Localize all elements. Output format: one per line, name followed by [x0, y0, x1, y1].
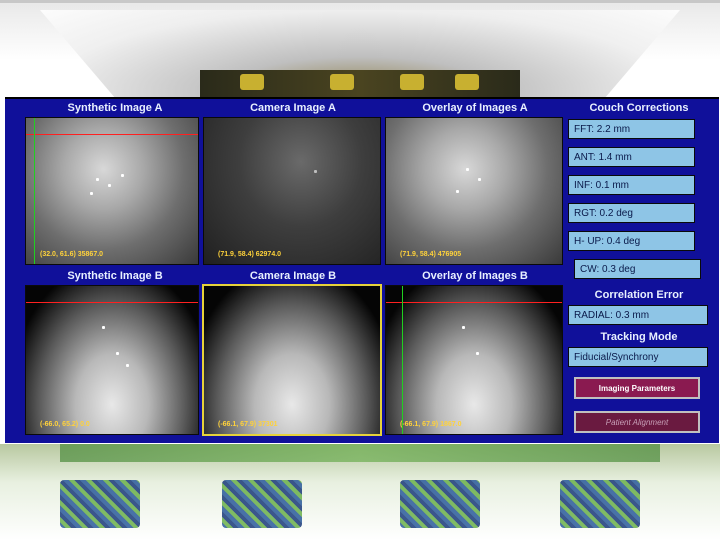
overlay-images-a-xray [386, 118, 562, 264]
fiducial-marker [466, 168, 469, 171]
overlay-images-b-xray [386, 286, 562, 434]
crosshair-horizontal [26, 134, 198, 135]
fiducial-marker [476, 352, 479, 355]
banner-glyph-2 [330, 74, 354, 90]
camera-image-a-title: Camera Image A [250, 102, 336, 114]
camera-image-b-view[interactable]: (-66.1, 67.9) 37301 [202, 284, 382, 436]
synthetic-image-b-readout: (-66.0, 65.2) 0.0 [40, 421, 90, 428]
fiducial-marker [478, 178, 481, 181]
background-green-band [60, 444, 660, 462]
tracking-mode-title: Tracking Mode [600, 331, 678, 343]
synthetic-image-a-readout: (32.0, 61.6) 35867.0 [40, 251, 104, 258]
decorative-tile-3 [400, 480, 480, 528]
fiducial-marker [96, 178, 99, 181]
synthetic-image-a-view[interactable]: (32.0, 61.6) 35867.0 [25, 117, 199, 265]
fiducial-marker [90, 192, 93, 195]
fiducial-marker [314, 170, 317, 173]
synthetic-image-a-title: Synthetic Image A [67, 102, 163, 114]
couch-correction-inf: INF: 0.1 mm [568, 175, 695, 195]
crosshair-horizontal [26, 302, 198, 303]
couch-corrections-title: Couch Corrections [589, 102, 689, 114]
synthetic-image-a-xray [26, 118, 198, 264]
overlay-images-b-title: Overlay of Images B [422, 270, 528, 282]
overlay-images-a-readout: (71.9, 58.4) 476905 [400, 251, 462, 258]
camera-image-a-readout: (71.9, 58.4) 62974.0 [218, 251, 282, 258]
fiducial-marker [102, 326, 105, 329]
patient-alignment-button[interactable]: Patient Alignment [574, 411, 700, 433]
camera-image-a-xray [204, 118, 380, 264]
camera-image-b-xray [204, 286, 380, 434]
synthetic-image-b-title: Synthetic Image B [67, 270, 163, 282]
banner-glyph-4 [455, 74, 479, 90]
couch-correction-hup: H- UP: 0.4 deg [568, 231, 695, 251]
overlay-images-a-title: Overlay of Images A [422, 102, 528, 114]
camera-image-b-title: Camera Image B [249, 270, 337, 282]
crosshair-vertical [402, 286, 403, 434]
couch-correction-rgt: RGT: 0.2 deg [568, 203, 695, 223]
fiducial-marker [121, 174, 124, 177]
synthetic-image-b-xray [26, 286, 198, 434]
decorative-tile-2 [222, 480, 302, 528]
fiducial-marker [116, 352, 119, 355]
crosshair-horizontal [386, 302, 562, 303]
tracking-app-window: Synthetic Image A Camera Image A Overlay… [5, 97, 719, 443]
decorative-tile-4 [560, 480, 640, 528]
synthetic-image-b-view[interactable]: (-66.0, 65.2) 0.0 [25, 285, 199, 435]
overlay-images-a-view[interactable]: (71.9, 58.4) 476905 [385, 117, 563, 265]
overlay-images-b-readout: (-66.1, 67.9) 1867.0 [400, 421, 462, 428]
fiducial-marker [462, 326, 465, 329]
imaging-parameters-button[interactable]: Imaging Parameters [574, 377, 700, 399]
fiducial-marker [108, 184, 111, 187]
couch-correction-cw: CW: 0.3 deg [574, 259, 701, 279]
camera-image-a-view[interactable]: (71.9, 58.4) 62974.0 [203, 117, 381, 265]
decorative-tile-1 [60, 480, 140, 528]
crosshair-vertical [34, 118, 35, 264]
fiducial-marker [456, 190, 459, 193]
correlation-error-radial: RADIAL: 0.3 mm [568, 305, 708, 325]
correlation-error-title: Correlation Error [594, 289, 684, 301]
camera-image-b-readout: (-66.1, 67.9) 37301 [218, 421, 278, 428]
couch-correction-ant: ANT: 1.4 mm [568, 147, 695, 167]
fiducial-marker [126, 364, 129, 367]
couch-correction-fft: FFT: 2.2 mm [568, 119, 695, 139]
banner-glyph-3 [400, 74, 424, 90]
banner-glyph-1 [240, 74, 264, 90]
tracking-mode-value: Fiducial/Synchrony [568, 347, 708, 367]
background-stripe [0, 0, 720, 3]
overlay-images-b-view[interactable]: (-66.1, 67.9) 1867.0 [385, 285, 563, 435]
